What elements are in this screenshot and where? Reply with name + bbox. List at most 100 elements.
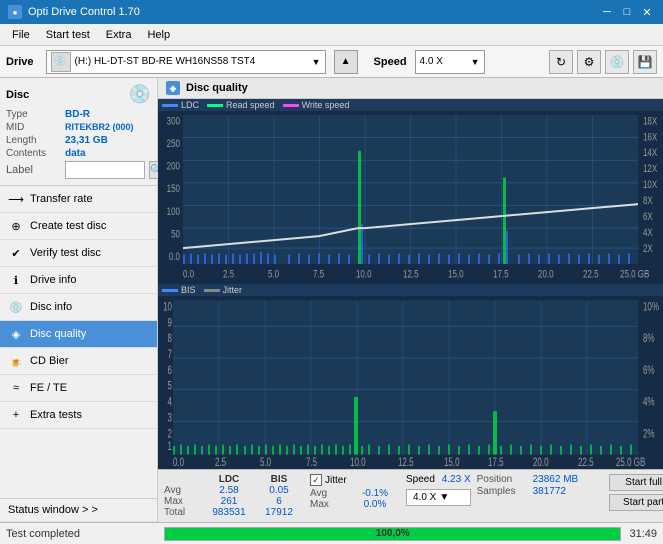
progress-bar-container: 100,0% [164, 527, 621, 541]
start-full-button[interactable]: Start full [609, 474, 663, 491]
jitter-checkbox[interactable] [310, 474, 322, 486]
drive-selector[interactable]: 💿 (H:) HL-DT-ST BD-RE WH16NS58 TST4 ▼ [46, 50, 326, 74]
svg-text:300: 300 [167, 114, 180, 126]
speed-stat-select[interactable]: 4.0 X ▼ [406, 489, 471, 506]
sidebar-item-transfer-rate[interactable]: ⟶ Transfer rate [0, 186, 157, 213]
stats-table: LDC BIS Avg 2.58 0.05 Max 261 6 Total 98… [164, 474, 304, 518]
sidebar-item-cd-bier[interactable]: 🍺 CD Bier [0, 348, 157, 375]
read-speed-legend-label: Read speed [226, 100, 275, 110]
eject-button[interactable]: ▲ [334, 50, 358, 74]
start-part-button[interactable]: Start part [609, 494, 663, 511]
sidebar-item-verify-test-disc[interactable]: ✔ Verify test disc [0, 240, 157, 267]
chart1-legend: LDC Read speed Write speed [158, 99, 663, 111]
menu-extra[interactable]: Extra [98, 27, 140, 43]
svg-text:10: 10 [163, 301, 172, 314]
chart2-legend: BIS Jitter [158, 284, 663, 296]
status-window-button[interactable]: Status window > > [0, 499, 157, 522]
svg-text:12X: 12X [643, 162, 658, 174]
maximize-button[interactable]: □ [619, 4, 635, 20]
chart2-section: BIS Jitter 10 9 8 7 6 [158, 284, 663, 469]
close-button[interactable]: ✕ [639, 4, 655, 20]
svg-text:100: 100 [167, 205, 180, 217]
settings-button[interactable]: ⚙ [577, 50, 601, 74]
svg-text:4X: 4X [643, 226, 653, 238]
speed-stat-val: 4.23 X [442, 474, 471, 485]
drivebar: Drive 💿 (H:) HL-DT-ST BD-RE WH16NS58 TST… [0, 46, 663, 78]
speed-selector[interactable]: 4.0 X ▼ [415, 50, 485, 74]
app-title: Opti Drive Control 1.70 [28, 6, 140, 18]
sidebar-item-extra-tests[interactable]: + Extra tests [0, 402, 157, 429]
svg-text:4: 4 [168, 396, 173, 409]
svg-text:5.0: 5.0 [268, 267, 279, 279]
refresh-button[interactable]: ↻ [549, 50, 573, 74]
label-input[interactable] [65, 161, 145, 179]
menubar: File Start test Extra Help [0, 24, 663, 46]
max-bis: 6 [254, 496, 304, 507]
jitter-avg: -0.1% [350, 488, 400, 499]
menu-start-test[interactable]: Start test [38, 27, 98, 43]
svg-text:8: 8 [168, 333, 173, 346]
minimize-button[interactable]: ─ [599, 4, 615, 20]
svg-text:14X: 14X [643, 146, 658, 158]
drive-icon: 💿 [51, 52, 71, 72]
status-text: Test completed [6, 528, 156, 540]
disc-button[interactable]: 💿 [605, 50, 629, 74]
drive-info-icon: ℹ [8, 272, 24, 288]
svg-text:7.5: 7.5 [313, 267, 324, 279]
total-bis: 17912 [254, 507, 304, 518]
svg-text:20.0: 20.0 [533, 457, 549, 469]
jitter-avg-label: Avg [310, 488, 350, 499]
fe-te-icon: ≈ [8, 380, 24, 396]
max-ldc: 261 [204, 496, 254, 507]
speed-stat-label: Speed [406, 474, 435, 485]
sidebar-item-disc-quality[interactable]: ◈ Disc quality [0, 321, 157, 348]
write-speed-legend-label: Write speed [302, 100, 350, 110]
save-button[interactable]: 💾 [633, 50, 657, 74]
disc-quality-header-icon: ◈ [166, 81, 180, 95]
svg-text:12.5: 12.5 [403, 267, 419, 279]
avg-label: Avg [164, 485, 204, 496]
bis-legend-label: BIS [181, 285, 196, 295]
charts-area: LDC Read speed Write speed [158, 99, 663, 469]
svg-text:7: 7 [168, 349, 173, 362]
svg-text:22.5: 22.5 [583, 267, 599, 279]
stats-panel: LDC BIS Avg 2.58 0.05 Max 261 6 Total 98… [158, 469, 663, 522]
mid-value: RITEKBR2 (000) [65, 122, 134, 133]
svg-text:4%: 4% [643, 396, 655, 409]
length-value: 23,31 GB [65, 135, 108, 146]
svg-text:2: 2 [168, 428, 173, 441]
transfer-rate-icon: ⟶ [8, 191, 24, 207]
jitter-max-label: Max [310, 499, 350, 510]
speed-select-val: 4.0 X [413, 492, 436, 503]
speed-label: Speed [374, 56, 407, 68]
nav-label-verify-test-disc: Verify test disc [30, 247, 101, 259]
menu-file[interactable]: File [4, 27, 38, 43]
jitter-legend-label: Jitter [223, 285, 243, 295]
sidebar: Disc 💿 Type BD-R MID RITEKBR2 (000) Leng… [0, 78, 158, 522]
label-key: Label [6, 164, 61, 176]
disc-panel: Disc 💿 Type BD-R MID RITEKBR2 (000) Leng… [0, 78, 157, 186]
svg-text:5: 5 [168, 380, 173, 393]
position-section: Position 23862 MB Samples 381772 [477, 474, 603, 497]
sidebar-item-disc-info[interactable]: 💿 Disc info [0, 294, 157, 321]
samples-label: Samples [477, 486, 532, 497]
sidebar-item-drive-info[interactable]: ℹ Drive info [0, 267, 157, 294]
drive-dropdown-arrow: ▼ [312, 57, 321, 67]
svg-text:6: 6 [168, 365, 173, 378]
svg-text:250: 250 [167, 137, 180, 149]
create-test-disc-icon: ⊕ [8, 218, 24, 234]
mid-key: MID [6, 122, 61, 133]
avg-ldc: 2.58 [204, 485, 254, 496]
svg-text:5.0: 5.0 [260, 457, 271, 469]
disc-quality-title: Disc quality [186, 82, 248, 94]
sidebar-item-fe-te[interactable]: ≈ FE / TE [0, 375, 157, 402]
menu-help[interactable]: Help [139, 27, 178, 43]
cd-bier-icon: 🍺 [8, 353, 24, 369]
jitter-legend-color [204, 289, 220, 292]
bis-header: BIS [254, 474, 304, 485]
action-buttons: Start full Start part [609, 474, 663, 511]
nav-label-cd-bier: CD Bier [30, 355, 69, 367]
svg-text:9: 9 [168, 317, 173, 330]
sidebar-item-create-test-disc[interactable]: ⊕ Create test disc [0, 213, 157, 240]
chart1-section: LDC Read speed Write speed [158, 99, 663, 284]
